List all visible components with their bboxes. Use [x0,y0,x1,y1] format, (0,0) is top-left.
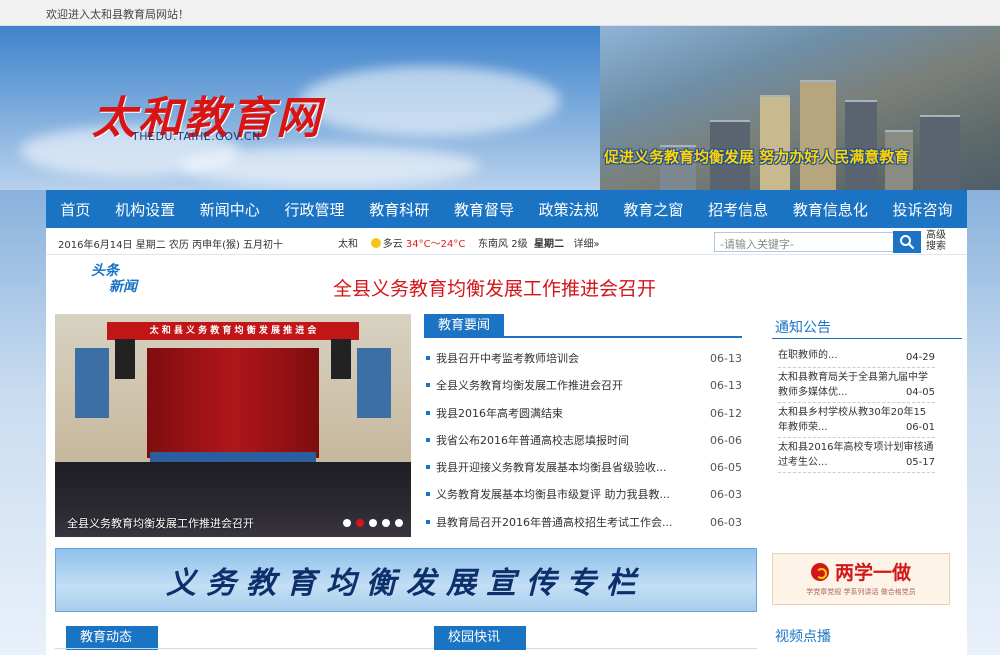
nav-item[interactable]: 机构设置 [115,199,175,220]
notice-item[interactable]: 太和县2016年高校专项计划审核通过考生公... 05-17 [778,438,935,473]
search-icon [900,235,915,250]
top-bar: 欢迎进入太和县教育局网站！ [0,0,1000,26]
slide-banner: 太 和 县 义 务 教 育 均 衡 发 展 推 进 会 [107,322,359,340]
sun-icon [370,238,381,248]
news-item[interactable]: 我县2016年高考圆满结束 06-12 [424,400,742,427]
notice-item[interactable]: 太和县乡村学校从教30年20年15年教师荣... 06-01 [778,403,935,438]
nav-item[interactable]: 政策法规 [539,199,599,220]
nav-item[interactable]: 行政管理 [285,199,345,220]
weather-condition: 多云 [382,239,403,250]
news-list: 我县召开中考监考教师培训会 06-13 全县义务教育均衡发展工作推进会召开 06-13… [424,345,742,536]
slide-dot[interactable] [356,519,364,527]
news-item[interactable]: 我县召开中考监考教师培训会 06-13 [424,345,742,372]
weather-temp: 34°C～24°C [405,239,466,250]
news-item[interactable]: 全县义务教育均衡发展工作推进会召开 06-13 [424,372,742,399]
notice-item[interactable]: 太和县教育局关于全县第九届中学教师多媒体优... 04-05 [778,368,935,403]
nav-item[interactable]: 教育督导 [454,199,514,220]
nav-item[interactable]: 投诉咨询 [893,199,953,220]
party-emblem-icon [810,562,829,581]
news-item[interactable]: 义务教育发展基本均衡县市级复评 助力我县教... 06-03 [424,481,742,508]
main-nav: 首页 机构设置 新闻中心 行政管理 教育科研 教育督导 政策法规 教育之窗 招考信息 教育信息化 投… [46,190,967,228]
date-text: 2016年6月14日 星期二 农历 丙申年(猴) 五月初十 [58,240,284,251]
slide-dot[interactable] [395,519,403,527]
tab-education-news[interactable]: 教育要闻 [424,314,505,338]
headline-link[interactable]: 全县义务教育均衡发展工作推进会召开 [333,274,656,301]
weather-city: 太和 [338,239,358,250]
headline-tag: 头条 新闻 [91,263,137,295]
nav-item[interactable]: 教育之窗 [623,199,683,220]
news-item[interactable]: 县教育局召开2016年普通高校招生考试工作会... 06-03 [424,509,742,536]
nav-item[interactable]: 首页 [60,199,90,220]
weather-widget: 太和 多云 34°C～24°C 东南风 2级 星期二 详细» [338,235,600,250]
search-button[interactable] [893,231,921,253]
weather-detail-link[interactable]: 详细» [574,239,600,250]
nav-item[interactable]: 新闻中心 [200,199,260,220]
slide-dot[interactable] [369,519,377,527]
slide-pagination [343,519,403,527]
video-title[interactable]: 视频点播 [775,626,831,646]
lxyz-banner[interactable]: 两学一做 学党章党规 学系列讲话 做合格党员 [772,553,950,605]
site-domain: THEDU.TAIHE.GOV.CN [132,130,261,143]
news-item[interactable]: 我县开迎接义务教育发展基本均衡县省级验收... 06-05 [424,454,742,481]
slide-caption[interactable]: 全县义务教育均衡发展工作推进会召开 [67,515,254,531]
welcome-text: 欢迎进入太和县教育局网站！ [46,8,189,21]
header-banner: 太和教育网 THEDU.TAIHE.GOV.CN 促进义务教育均衡发展 努力办好… [0,26,1000,190]
tab-education-dynamics[interactable]: 教育动态 [66,626,158,650]
tab-campus-news[interactable]: 校园快讯 [434,626,526,650]
notice-title[interactable]: 通知公告 [775,317,831,337]
nav-item[interactable]: 教育科研 [369,199,429,220]
news-item[interactable]: 我省公布2016年普通高校志愿填报时间 06-06 [424,427,742,454]
nav-item[interactable]: 招考信息 [708,199,768,220]
search-input[interactable]: -请输入关键字- [714,232,894,252]
main-content: 头条 新闻 全县义务教育均衡发展工作推进会召开 太 和 县 义 务 教 育 均 衡… [46,255,967,655]
info-bar: 2016年6月14日 星期二 农历 丙申年(猴) 五月初十 太和 多云 34°C… [46,228,967,255]
slide-dot[interactable] [382,519,390,527]
weather-weekday: 星期二 [533,239,564,250]
news-slideshow[interactable]: 太 和 县 义 务 教 育 均 衡 发 展 推 进 会 全县义务教育均衡发展工作… [55,314,411,537]
site-slogan: 促进义务教育均衡发展 努力办好人民满意教育 [604,148,910,166]
notice-item[interactable]: 在职教师的... 04-29 [778,346,935,368]
notice-list: 在职教师的... 04-29 太和县教育局关于全县第九届中学教师多媒体优... 04-… [778,346,935,473]
advanced-search-link[interactable]: 高级搜索 [926,230,948,252]
nav-item[interactable]: 教育信息化 [793,199,868,220]
slide-dot[interactable] [343,519,351,527]
promo-banner[interactable]: 义务教育均衡发展宣传专栏 [55,548,757,612]
weather-wind: 东南风 2级 [478,239,528,250]
